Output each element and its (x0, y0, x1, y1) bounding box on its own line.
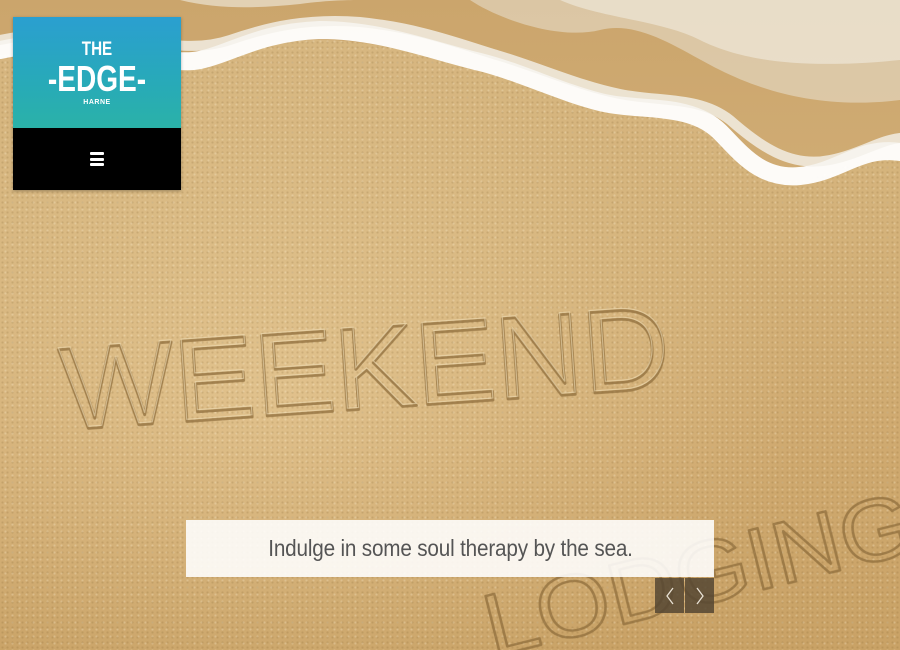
slider-nav (655, 578, 714, 613)
logo-line-the: THE (81, 38, 113, 60)
chevron-left-icon (665, 587, 674, 604)
slider-next-button[interactable] (685, 578, 714, 613)
svg-text:WEEKEND: WEEKEND (56, 280, 674, 454)
logo-line-sub: HARNE (83, 98, 111, 106)
slider-prev-button[interactable] (655, 578, 684, 613)
site-logo[interactable]: THE -EDGE- HARNE (13, 17, 181, 128)
hamburger-menu-icon (90, 152, 104, 166)
slide-caption: Indulge in some soul therapy by the sea. (186, 520, 714, 577)
hero-slide: WEEKEND LODGING WEEKEND THE -EDGE- HARNE… (0, 0, 900, 650)
site-logo-block: THE -EDGE- HARNE (13, 17, 181, 190)
menu-toggle-button[interactable] (13, 128, 181, 190)
slide-caption-text: Indulge in some soul therapy by the sea. (267, 535, 633, 561)
chevron-right-icon (695, 587, 704, 604)
logo-line-edge: -EDGE- (47, 57, 147, 99)
